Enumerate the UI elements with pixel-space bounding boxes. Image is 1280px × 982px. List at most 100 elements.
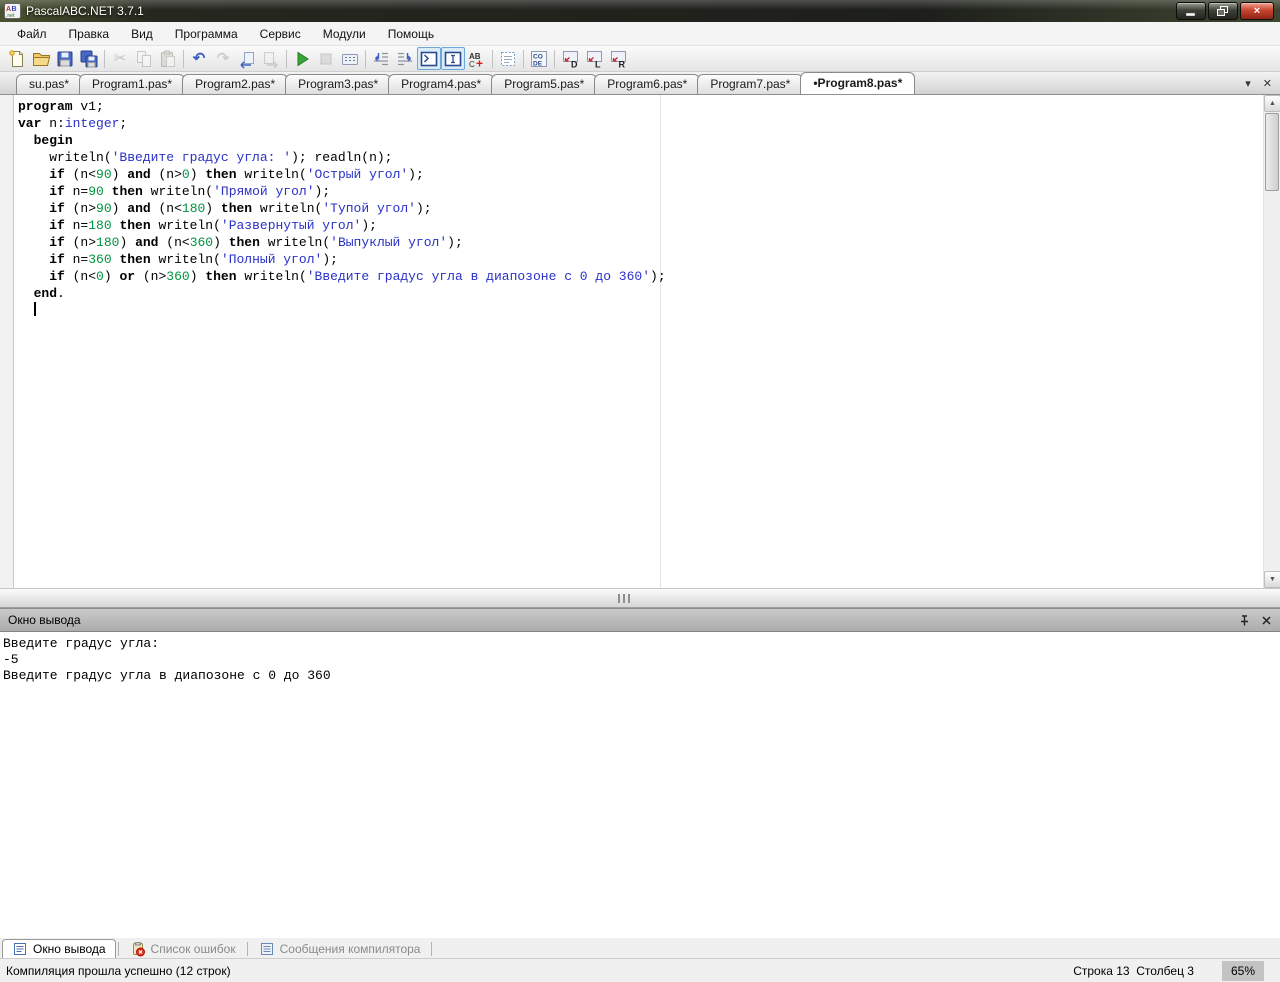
cut-icon: ✂: [114, 50, 127, 68]
scrollbar-thumb[interactable]: [1265, 113, 1279, 191]
editor-tab-4[interactable]: Program3.pas*: [285, 74, 391, 94]
menu-item-1[interactable]: Файл: [6, 24, 58, 44]
code-line-5: if (n<90) and (n>0) then writeln('Острый…: [18, 166, 666, 183]
restore-button[interactable]: [1208, 2, 1238, 20]
editor-tab-2[interactable]: Program1.pas*: [79, 74, 185, 94]
svg-text:L: L: [595, 59, 601, 69]
vertical-scrollbar[interactable]: ▲ ▼: [1263, 95, 1280, 588]
svg-text:D: D: [571, 59, 578, 69]
minimize-button[interactable]: [1176, 2, 1206, 20]
caret-toggle-icon: [443, 49, 463, 69]
tab-list-dropdown-icon[interactable]: ▾: [1245, 77, 1251, 90]
format-selection-icon: [498, 49, 518, 69]
toolbar: ✂ ↶↷ ABC+ CODE D LR: [0, 46, 1280, 72]
editor-tab-5[interactable]: Program4.pas*: [388, 74, 494, 94]
save-button[interactable]: [53, 47, 77, 70]
titlebar: AB.net PascalABC.NET 3.7.1 ×: [0, 0, 1280, 22]
output-panel-header: Окно вывода: [0, 608, 1280, 632]
editor-tab-bar: su.pas*Program1.pas*Program2.pas*Program…: [0, 72, 1280, 95]
module-l-button[interactable]: L: [582, 47, 606, 70]
copy-button[interactable]: [132, 47, 156, 70]
redo-button[interactable]: ↷: [211, 47, 235, 70]
menu-item-3[interactable]: Вид: [120, 24, 164, 44]
bottom-tab-2[interactable]: Список ошибок: [121, 939, 245, 958]
svg-text:+: +: [476, 56, 483, 69]
output-close-icon[interactable]: [1261, 615, 1272, 626]
toolbar-separator: [523, 50, 524, 68]
stop-button[interactable]: [314, 47, 338, 70]
bottom-tab-1[interactable]: Окно вывода: [2, 939, 116, 958]
editor-tab-7[interactable]: Program6.pas*: [594, 74, 700, 94]
module-r-icon: R: [608, 49, 628, 69]
bottom-tab-3[interactable]: Сообщения компилятора: [250, 939, 430, 958]
menu-item-7[interactable]: Помощь: [377, 24, 445, 44]
close-button[interactable]: ×: [1240, 2, 1274, 20]
zoom-level[interactable]: 65%: [1222, 961, 1264, 981]
module-d-button[interactable]: D: [558, 47, 582, 70]
outdent-button[interactable]: [393, 47, 417, 70]
format-selection-button[interactable]: [496, 47, 520, 70]
close-tab-icon[interactable]: ✕: [1263, 77, 1272, 90]
splitter-grip-icon: [618, 594, 630, 603]
undo-button[interactable]: ↶: [187, 47, 211, 70]
nav-back-button[interactable]: [235, 47, 259, 70]
bottom-tab-label: Список ошибок: [151, 942, 236, 956]
nav-forward-button[interactable]: [259, 47, 283, 70]
compiler-messages-icon: [259, 941, 275, 957]
output-window-icon: [12, 941, 28, 957]
pin-icon[interactable]: [1238, 614, 1251, 627]
scroll-down-icon[interactable]: ▼: [1264, 571, 1280, 588]
code-area[interactable]: program v1;var n:integer; begin writeln(…: [18, 98, 666, 319]
editor-tab-1[interactable]: su.pas*: [16, 74, 82, 94]
new-file-icon: [7, 49, 27, 69]
save-all-icon: [79, 49, 99, 69]
bottom-tab-bar: Окно вывода Список ошибок Сообщения компил…: [0, 938, 1280, 958]
editor-tab-9[interactable]: •Program8.pas*: [800, 72, 915, 94]
indent-button[interactable]: [369, 47, 393, 70]
menu-item-4[interactable]: Программа: [164, 24, 249, 44]
output-panel-title: Окно вывода: [8, 613, 81, 627]
menu-item-5[interactable]: Сервис: [249, 24, 312, 44]
run-button[interactable]: [290, 47, 314, 70]
menu-item-6[interactable]: Модули: [312, 24, 377, 44]
code-template-button[interactable]: CODE: [527, 47, 551, 70]
code-editor[interactable]: program v1;var n:integer; begin writeln(…: [0, 95, 1280, 588]
bottom-tab-label: Сообщения компилятора: [280, 942, 421, 956]
compile-grid-button[interactable]: [338, 47, 362, 70]
toolbar-separator: [104, 50, 105, 68]
toolbar-separator: [183, 50, 184, 68]
bottom-tab-label: Окно вывода: [33, 942, 106, 956]
output-line-2: -5: [3, 652, 1277, 668]
bottom-tab-separator: [118, 942, 119, 956]
module-d-icon: D: [560, 49, 580, 69]
editor-tab-6[interactable]: Program5.pas*: [491, 74, 597, 94]
editor-tab-3[interactable]: Program2.pas*: [182, 74, 288, 94]
toolbar-separator: [365, 50, 366, 68]
abc-plus-button[interactable]: ABC+: [465, 47, 489, 70]
cut-button[interactable]: ✂: [108, 47, 132, 70]
app-logo-icon: AB.net: [4, 3, 21, 19]
nav-forward-icon: [261, 49, 281, 69]
menu-bar: ФайлПравкаВидПрограммаСервисМодулиПомощь: [0, 22, 1280, 46]
caret-toggle-button[interactable]: [441, 47, 465, 70]
console-toggle-button[interactable]: [417, 47, 441, 70]
output-line-3: Введите градус угла в диапозоне с 0 до 3…: [3, 668, 1277, 684]
window-title: PascalABC.NET 3.7.1: [26, 4, 144, 18]
svg-text:DE: DE: [533, 60, 543, 67]
scroll-up-icon[interactable]: ▲: [1264, 95, 1280, 112]
code-line-10: if n=360 then writeln('Полный угол');: [18, 251, 666, 268]
code-line-8: if n=180 then writeln('Развернутый угол'…: [18, 217, 666, 234]
code-line-9: if (n>180) and (n<360) then writeln('Вып…: [18, 234, 666, 251]
open-file-button[interactable]: [29, 47, 53, 70]
editor-tab-8[interactable]: Program7.pas*: [697, 74, 803, 94]
save-all-button[interactable]: [77, 47, 101, 70]
editor-gutter: [0, 95, 14, 588]
new-file-button[interactable]: [5, 47, 29, 70]
menu-item-2[interactable]: Правка: [58, 24, 121, 44]
output-window[interactable]: Введите градус угла:-5Введите градус угл…: [0, 632, 1280, 938]
code-line-11: if (n<0) or (n>360) then writeln('Введит…: [18, 268, 666, 285]
paste-button[interactable]: [156, 47, 180, 70]
svg-text:.net: .net: [6, 13, 15, 19]
editor-output-splitter[interactable]: [0, 588, 1280, 608]
module-r-button[interactable]: R: [606, 47, 630, 70]
